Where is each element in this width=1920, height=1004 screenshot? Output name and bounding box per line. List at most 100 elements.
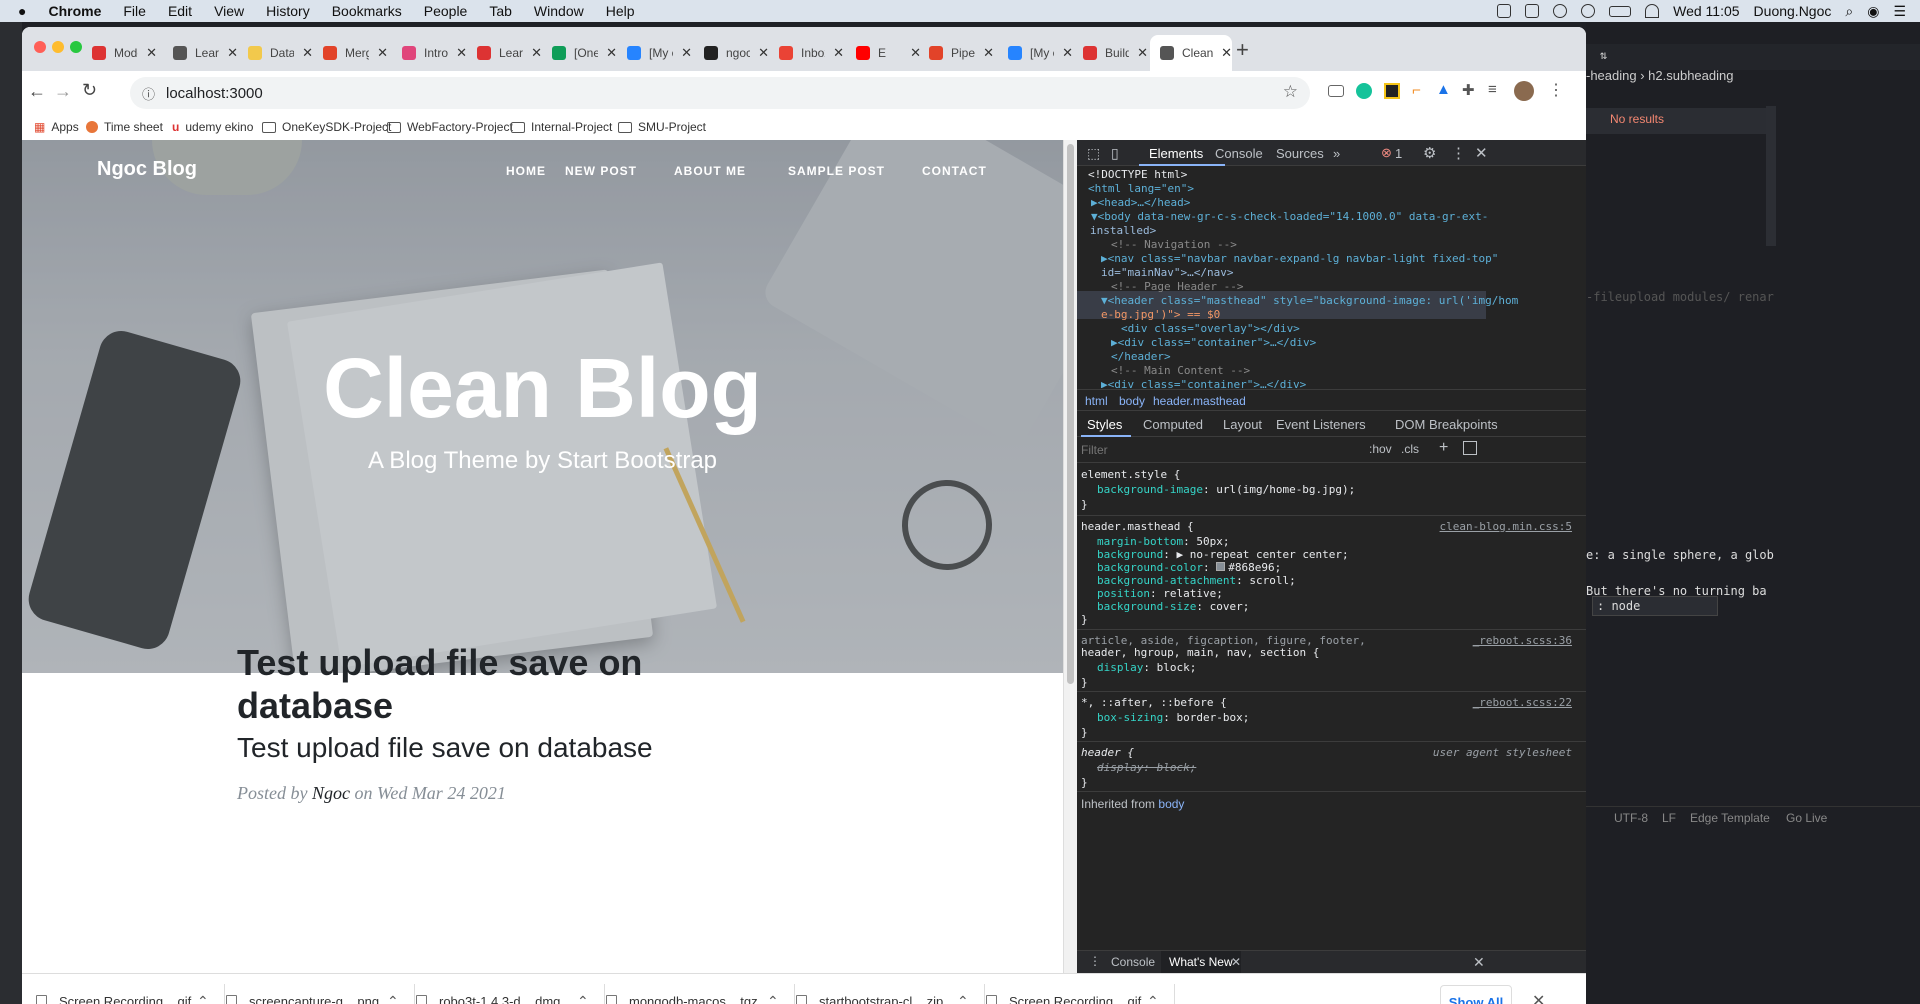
close-tab-icon[interactable]: ✕	[302, 45, 313, 61]
imdb-extension-icon[interactable]	[1384, 83, 1400, 99]
download-options-chevron-icon[interactable]: ⌃	[577, 993, 589, 1004]
new-tab-button[interactable]: +	[1236, 37, 1249, 63]
css-value[interactable]: cover;	[1210, 600, 1250, 613]
browser-tab[interactable]: Learn ✕	[467, 35, 542, 71]
browser-tab[interactable]: Intro ✕	[392, 35, 467, 71]
download-options-chevron-icon[interactable]: ⌃	[767, 993, 779, 1004]
close-tab-icon[interactable]: ✕	[983, 45, 994, 61]
menu-help[interactable]: Help	[606, 3, 635, 19]
dom-selected-line[interactable]: ▼<header class="masthead" style="backgro…	[1101, 294, 1518, 308]
inherited-element[interactable]: body	[1158, 797, 1184, 811]
subtab-layout[interactable]: Layout	[1223, 417, 1262, 432]
menu-tab[interactable]: Tab	[489, 3, 512, 19]
browser-tab[interactable]: [One ✕	[542, 35, 617, 71]
close-tab-icon[interactable]: ✕	[227, 45, 238, 61]
close-window-button[interactable]	[34, 41, 46, 53]
dom-line[interactable]: <div class="overlay"></div>	[1121, 322, 1300, 336]
bookmark-folder[interactable]: OneKeySDK-Project	[262, 120, 391, 134]
browser-tab[interactable]: Merg ✕	[313, 35, 388, 71]
close-drawer-icon[interactable]: ✕	[1473, 954, 1485, 971]
address-bar[interactable]: ⓘ localhost:3000 ☆	[130, 77, 1310, 109]
user-name[interactable]: Duong.Ngoc	[1754, 3, 1832, 19]
error-icon[interactable]: ⊗	[1381, 145, 1392, 161]
browser-tab[interactable]: Data ✕	[238, 35, 313, 71]
dom-line[interactable]: ▶<nav class="navbar navbar-expand-lg nav…	[1101, 252, 1498, 266]
download-options-chevron-icon[interactable]: ⌃	[1147, 993, 1159, 1004]
close-tab-icon[interactable]: ✕	[456, 45, 467, 61]
error-count[interactable]: 1	[1395, 146, 1402, 161]
status-icon[interactable]	[1581, 4, 1596, 18]
browser-tab[interactable]: E ✕	[846, 35, 921, 71]
post-subtitle[interactable]: Test upload file save on database	[237, 732, 653, 764]
rule-selector[interactable]: header, hgroup, main, nav, section {	[1081, 645, 1319, 661]
tab-console[interactable]: Console	[1215, 146, 1263, 161]
browser-menu-icon[interactable]: ⋮	[1548, 80, 1564, 100]
minimize-window-button[interactable]	[52, 41, 64, 53]
status-golive[interactable]: Go Live	[1786, 811, 1827, 825]
bookmark-item[interactable]: u udemy ekino	[172, 120, 253, 134]
menu-people[interactable]: People	[424, 3, 468, 19]
dom-line[interactable]: installed>	[1090, 224, 1156, 238]
rule-source-link[interactable]: _reboot.scss:22	[1473, 695, 1572, 711]
subtab-event-listeners[interactable]: Event Listeners	[1276, 417, 1366, 432]
screenshot-extension-icon[interactable]	[1328, 85, 1344, 97]
cls-toggle[interactable]: .cls	[1401, 442, 1419, 456]
dom-selected-line[interactable]: e-bg.jpg')"> == $0	[1101, 308, 1220, 322]
dom-line[interactable]: ▶<head>…</head>	[1091, 196, 1190, 210]
download-item[interactable]: Screen Recording....gif ⌃	[986, 993, 1159, 1004]
browser-tab[interactable]: Pipel ✕	[919, 35, 994, 71]
bookmark-folder[interactable]: Internal-Project	[511, 120, 612, 134]
browser-tab[interactable]: Inbox ✕	[769, 35, 844, 71]
forward-icon[interactable]: →	[54, 81, 72, 102]
menu-file[interactable]: File	[123, 3, 146, 19]
extension-icon[interactable]: ▲	[1436, 81, 1451, 98]
siri-icon[interactable]: ◉	[1867, 3, 1879, 20]
dom-line[interactable]: <!DOCTYPE html>	[1088, 168, 1187, 182]
dom-comment[interactable]: <!-- Navigation -->	[1111, 238, 1237, 252]
dom-line[interactable]: <html lang="en">	[1088, 182, 1194, 196]
settings-gear-icon[interactable]: ⚙	[1423, 144, 1436, 162]
dom-line[interactable]: ▶<div class="container">…</div>	[1101, 378, 1306, 388]
bookmark-apps[interactable]: ▦ Apps	[34, 120, 79, 134]
menu-bookmarks[interactable]: Bookmarks	[332, 3, 402, 19]
color-swatch[interactable]	[1216, 562, 1226, 571]
post-title[interactable]: Test upload file save on database	[237, 641, 717, 727]
download-item[interactable]: startbootstrap-cl....zip ⌃	[796, 993, 969, 1004]
download-options-chevron-icon[interactable]: ⌃	[197, 993, 209, 1004]
back-icon[interactable]: ←	[28, 81, 46, 102]
drawer-tab-console[interactable]: Console	[1111, 955, 1155, 969]
close-drawer-tab-icon[interactable]: ✕	[1231, 955, 1241, 969]
status-language[interactable]: Edge Template	[1690, 811, 1770, 825]
drawer-menu-icon[interactable]: ⋮	[1089, 954, 1101, 968]
css-property[interactable]: display	[1097, 661, 1143, 674]
inspect-element-icon[interactable]: ⬚	[1087, 145, 1100, 162]
crumb-header[interactable]: header.masthead	[1153, 394, 1246, 408]
nav-contact[interactable]: CONTACT	[922, 164, 987, 178]
scrollbar-thumb[interactable]	[1067, 144, 1074, 684]
dom-comment[interactable]: <!-- Main Content -->	[1111, 364, 1250, 378]
grammarly-extension-icon[interactable]	[1356, 83, 1372, 99]
dom-tree[interactable]: <!DOCTYPE html> <html lang="en"> ▶<head>…	[1077, 166, 1586, 388]
download-item[interactable]: Screen Recording....gif ⌃	[36, 993, 209, 1004]
status-icon[interactable]	[1525, 4, 1540, 18]
css-value[interactable]: border-box;	[1176, 711, 1249, 724]
close-tab-icon[interactable]: ✕	[146, 45, 157, 61]
subtab-styles[interactable]: Styles	[1087, 417, 1122, 432]
browser-tab[interactable]: ngoc ✕	[694, 35, 769, 71]
rule-selector[interactable]: element.style {	[1081, 467, 1180, 483]
terminal-select[interactable]: : node	[1592, 596, 1718, 616]
menu-app-name[interactable]: Chrome	[48, 3, 101, 19]
apple-icon[interactable]: ●	[18, 3, 26, 19]
hov-toggle[interactable]: :hov	[1369, 442, 1392, 456]
download-item[interactable]: robo3t-1.4.3-d....dmg ⌃	[416, 993, 589, 1004]
subtab-computed[interactable]: Computed	[1143, 417, 1203, 432]
css-property[interactable]: box-sizing	[1097, 711, 1163, 724]
close-tab-icon[interactable]: ✕	[1137, 45, 1148, 61]
subtab-dom-breakpoints[interactable]: DOM Breakpoints	[1395, 417, 1498, 432]
reload-icon[interactable]: ↻	[82, 80, 97, 101]
rule-selector[interactable]: header {	[1081, 745, 1134, 761]
devtools-menu-icon[interactable]: ⋮	[1451, 144, 1466, 162]
menu-edit[interactable]: Edit	[168, 3, 192, 19]
url-text[interactable]: localhost:3000	[166, 85, 263, 102]
dom-line[interactable]: ▼<body data-new-gr-c-s-check-loaded="14.…	[1091, 210, 1488, 224]
